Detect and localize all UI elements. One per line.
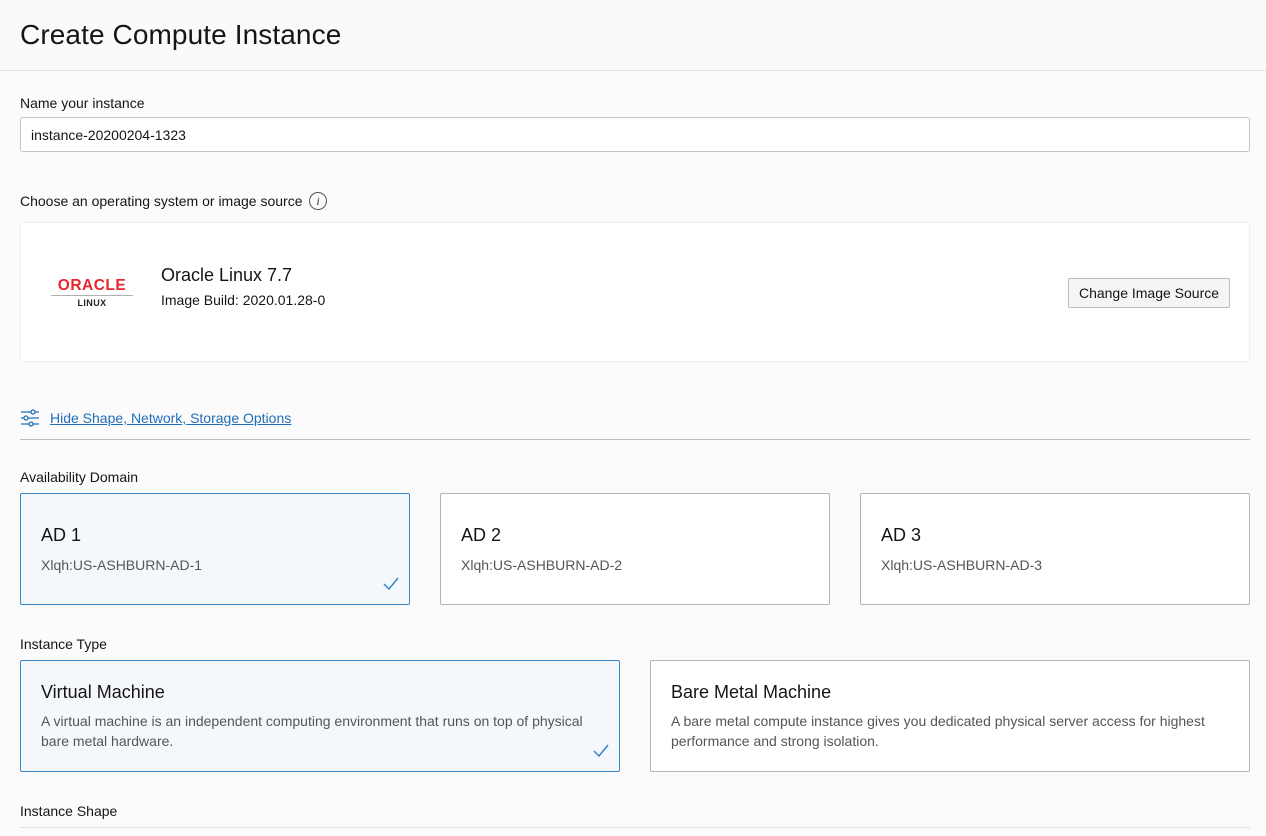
oracle-logo-word: ORACLE	[57, 277, 127, 294]
instance-shape-label: Instance Shape	[20, 803, 118, 819]
info-icon[interactable]: i	[309, 192, 327, 210]
page-title: Create Compute Instance	[20, 19, 342, 50]
ad-option-2[interactable]: AD 2 Xlqh:US-ASHBURN-AD-2	[440, 493, 830, 605]
hide-options-toggle[interactable]: Hide Shape, Network, Storage Options	[20, 408, 291, 428]
ad-option-title: AD 3	[881, 525, 922, 545]
page-header: Create Compute Instance	[0, 0, 1266, 71]
oracle-logo-sub: LINUX	[77, 298, 107, 308]
section-divider	[20, 827, 1250, 828]
ad-option-subtitle: Xlqh:US-ASHBURN-AD-3	[881, 557, 1043, 573]
instance-type-virtual-machine[interactable]: Virtual Machine A virtual machine is an …	[20, 660, 620, 772]
instance-type-title: Virtual Machine	[41, 682, 165, 702]
logo-rule	[51, 295, 133, 296]
instance-type-description: A bare metal compute instance gives you …	[671, 713, 1205, 749]
image-source-card: ORACLE LINUX Oracle Linux 7.7 Image Buil…	[20, 222, 1250, 362]
instance-type-bare-metal[interactable]: Bare Metal Machine A bare metal compute …	[650, 660, 1250, 772]
instance-name-label: Name your instance	[20, 95, 145, 111]
hide-options-link[interactable]: Hide Shape, Network, Storage Options	[50, 410, 291, 426]
os-name: Oracle Linux 7.7	[161, 265, 293, 285]
section-divider	[20, 439, 1250, 440]
ad-option-title: AD 2	[461, 525, 502, 545]
oracle-linux-logo: ORACLE LINUX	[51, 277, 135, 311]
instance-type-title: Bare Metal Machine	[671, 682, 832, 702]
image-build: Image Build: 2020.01.28-0	[161, 292, 326, 308]
instance-type-description: A virtual machine is an independent comp…	[41, 713, 583, 749]
availability-domain-label: Availability Domain	[20, 469, 139, 485]
sliders-icon	[21, 409, 39, 427]
change-image-source-button[interactable]: Change Image Source	[1068, 278, 1230, 308]
ad-option-subtitle: Xlqh:US-ASHBURN-AD-1	[41, 557, 203, 573]
check-icon	[593, 744, 609, 758]
instance-name-input[interactable]	[20, 117, 1250, 152]
ad-option-subtitle: Xlqh:US-ASHBURN-AD-2	[461, 557, 623, 573]
ad-option-1[interactable]: AD 1 Xlqh:US-ASHBURN-AD-1	[20, 493, 410, 605]
check-icon	[383, 577, 399, 591]
ad-option-3[interactable]: AD 3 Xlqh:US-ASHBURN-AD-3	[860, 493, 1250, 605]
ad-option-title: AD 1	[41, 525, 82, 545]
image-source-label: Choose an operating system or image sour…	[20, 193, 303, 209]
instance-type-label: Instance Type	[20, 636, 107, 652]
